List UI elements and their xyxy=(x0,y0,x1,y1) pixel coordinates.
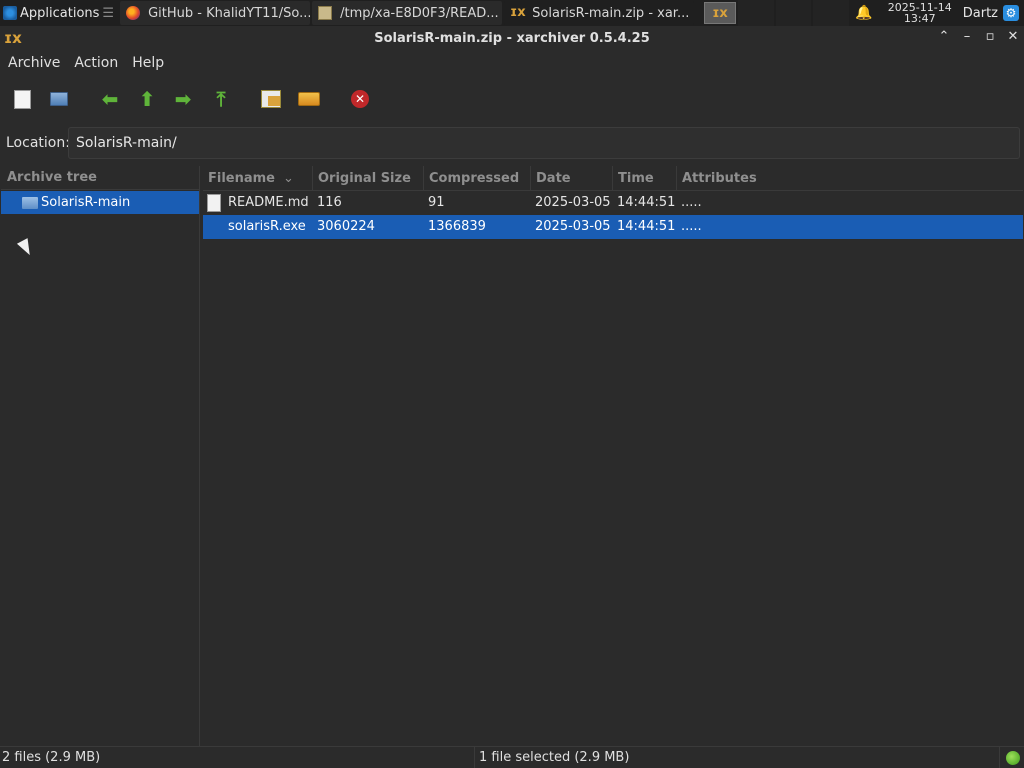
file-list-pane: Filename ⌄ Original Size Compressed Date … xyxy=(203,166,1023,746)
location-bar: Location: SolarisR-main/ xyxy=(0,125,1024,161)
xfce-logo-icon xyxy=(3,6,17,20)
close-icon[interactable]: ✕ xyxy=(1006,29,1020,45)
tree-item-solarisr-main[interactable]: SolarisR-main xyxy=(1,191,199,214)
arrow-top-icon: ⤒ xyxy=(216,87,226,111)
table-row[interactable]: README.md 116 91 2025-03-05 14:44:51 ...… xyxy=(203,191,1023,215)
status-selection: 1 file selected (2.9 MB) xyxy=(479,747,1000,768)
table-row[interactable]: solarisR.exe 3060224 1366839 2025-03-05 … xyxy=(203,215,1023,239)
extract-icon xyxy=(261,90,281,108)
arrow-up-icon: ⬆ xyxy=(138,87,156,111)
cell-filename: README.md xyxy=(228,195,309,210)
workspace-4-button[interactable] xyxy=(813,0,849,26)
executable-file-icon xyxy=(207,218,221,236)
window-title: SolarisR-main.zip - xarchiver 0.5.4.25 xyxy=(374,30,650,46)
xarchiver-app-icon[interactable]: ɪx xyxy=(4,29,22,47)
convert-icon xyxy=(298,92,320,106)
toolbar: ⬅ ⬆ ➡ ⤒ ✕ xyxy=(0,80,1024,118)
menu-archive[interactable]: Archive xyxy=(8,55,74,71)
text-file-icon xyxy=(318,6,333,20)
column-filename[interactable]: Filename ⌄ xyxy=(203,166,313,191)
user-name[interactable]: Dartz xyxy=(963,6,998,21)
forward-button[interactable]: ➡ xyxy=(172,88,194,110)
menu-bar: Archive Action Help xyxy=(0,50,1024,76)
menu-action[interactable]: Action xyxy=(74,55,132,71)
cell-original-size: 116 xyxy=(317,195,342,210)
cell-time: 14:44:51 xyxy=(617,219,676,234)
clock-time: 13:47 xyxy=(903,12,936,25)
convert-button[interactable] xyxy=(298,88,320,110)
workspace-1-button[interactable]: ɪx xyxy=(704,2,736,24)
settings-gear-icon[interactable]: ⚙ xyxy=(1003,5,1019,21)
applications-label: Applications xyxy=(20,5,100,21)
status-file-count: 2 files (2.9 MB) xyxy=(2,747,475,768)
back-button[interactable]: ⬅ xyxy=(99,88,121,110)
new-archive-button[interactable] xyxy=(11,88,33,110)
column-filename-label: Filename xyxy=(208,171,275,186)
new-file-icon xyxy=(13,89,31,109)
xarchiver-icon: ɪx xyxy=(712,5,728,21)
cell-time: 14:44:51 xyxy=(617,195,676,210)
text-file-icon xyxy=(207,194,221,212)
column-compressed[interactable]: Compressed xyxy=(424,166,531,191)
cell-date: 2025-03-05 xyxy=(535,195,611,210)
cell-compressed: 1366839 xyxy=(428,219,486,234)
home-button[interactable]: ⤒ xyxy=(210,88,232,110)
folder-icon xyxy=(22,196,38,209)
stop-icon: ✕ xyxy=(351,90,369,108)
task-label: /tmp/xa-E8D0F3/READ... xyxy=(340,5,499,21)
column-date[interactable]: Date xyxy=(531,166,613,191)
applications-menu-button[interactable]: Applications ☰ xyxy=(0,0,118,26)
taskbar-item-readme[interactable]: /tmp/xa-E8D0F3/READ... xyxy=(312,1,503,25)
archive-tree-header[interactable]: Archive tree xyxy=(1,166,199,190)
xarchiver-icon: ɪx xyxy=(510,5,526,20)
clock[interactable]: 2025-11-14 13:47 xyxy=(885,2,955,24)
cell-attributes: ..... xyxy=(681,219,702,234)
open-folder-icon xyxy=(50,92,68,106)
separator-icon: ☰ xyxy=(102,5,115,21)
task-label: GitHub - KhalidYT11/So... xyxy=(148,5,311,21)
window-titlebar: ɪx SolarisR-main.zip - xarchiver 0.5.4.2… xyxy=(0,26,1024,50)
firefox-icon xyxy=(126,6,141,20)
cell-compressed: 91 xyxy=(428,195,445,210)
cell-date: 2025-03-05 xyxy=(535,219,611,234)
arrow-left-icon: ⬅ xyxy=(101,87,119,111)
sort-down-icon: ⌄ xyxy=(283,171,294,186)
stop-button[interactable]: ✕ xyxy=(349,88,371,110)
column-original-size[interactable]: Original Size xyxy=(313,166,424,191)
arrow-right-icon: ➡ xyxy=(174,87,192,111)
workspace-2-button[interactable] xyxy=(737,0,774,26)
cell-attributes: ..... xyxy=(681,195,702,210)
file-list-header: Filename ⌄ Original Size Compressed Date … xyxy=(203,166,1023,191)
menu-help[interactable]: Help xyxy=(132,55,178,71)
status-bar: 2 files (2.9 MB) 1 file selected (2.9 MB… xyxy=(0,746,1024,768)
tree-item-label: SolarisR-main xyxy=(41,195,131,210)
open-archive-button[interactable] xyxy=(48,88,70,110)
cell-filename: solarisR.exe xyxy=(228,219,306,234)
taskbar-item-github[interactable]: GitHub - KhalidYT11/So... xyxy=(120,1,311,25)
maximize-icon[interactable]: ▫ xyxy=(983,29,997,45)
column-time[interactable]: Time xyxy=(613,166,677,191)
shade-icon[interactable]: ⌃ xyxy=(937,29,951,45)
status-ready-icon xyxy=(1006,751,1020,765)
up-button[interactable]: ⬆ xyxy=(136,88,158,110)
extract-button[interactable] xyxy=(260,88,282,110)
cell-original-size: 3060224 xyxy=(317,219,375,234)
workspace-3-button[interactable] xyxy=(775,0,812,26)
taskbar-item-xarchiver[interactable]: ɪx SolarisR-main.zip - xar... xyxy=(504,1,695,25)
task-label: SolarisR-main.zip - xar... xyxy=(532,5,690,21)
top-panel: Applications ☰ GitHub - KhalidYT11/So...… xyxy=(0,0,1024,26)
location-input[interactable]: SolarisR-main/ xyxy=(68,127,1020,159)
minimize-icon[interactable]: – xyxy=(960,29,974,45)
column-attributes[interactable]: Attributes xyxy=(677,166,1023,191)
notification-bell-icon[interactable]: 🔔 xyxy=(849,5,879,21)
location-label: Location: xyxy=(6,135,70,151)
